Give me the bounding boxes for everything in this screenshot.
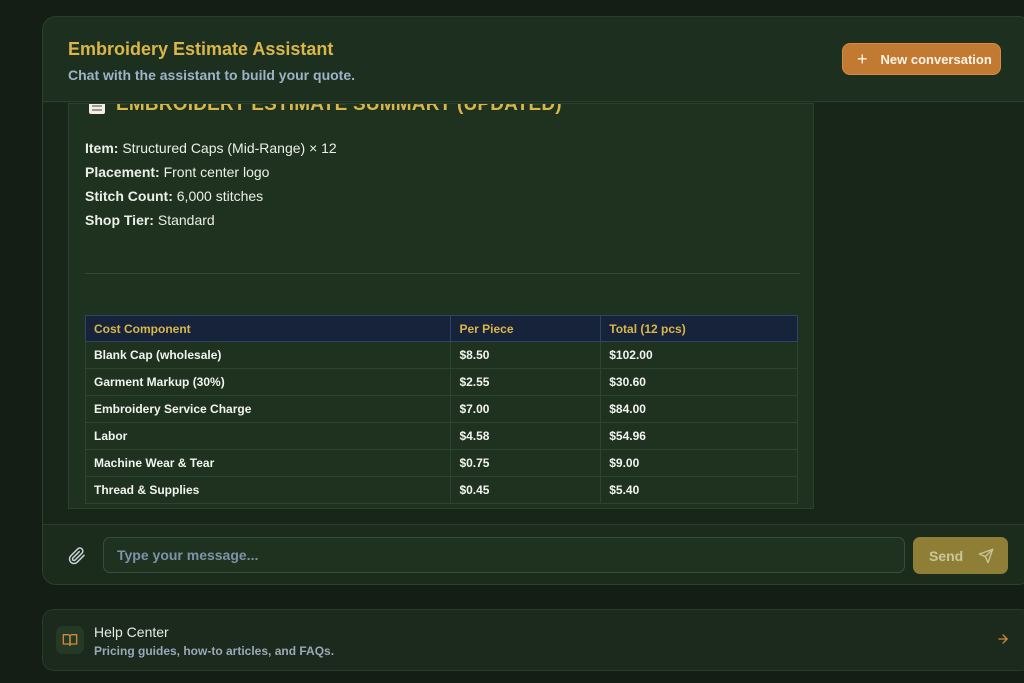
page-title: Embroidery Estimate Assistant	[68, 39, 334, 59]
table-cell: Embroidery Service Charge	[84, 395, 452, 423]
divider	[85, 273, 800, 274]
detail-value: Front center logo	[163, 164, 270, 180]
table-row: Garment Markup (30%) $2.55 $30.60	[84, 368, 798, 396]
send-label: Send	[929, 547, 964, 564]
detail-value: Standard	[157, 212, 215, 228]
table-cell: $0.75	[450, 449, 602, 477]
cost-table: Cost Component Per Piece Total (12 pcs) …	[84, 315, 798, 504]
table-cell: $54.96	[600, 422, 798, 450]
table-row: Machine Wear & Tear $0.75 $9.00	[84, 449, 798, 477]
column-header: Per Piece	[450, 315, 602, 342]
detail-item: Item: Structured Caps (Mid-Range) × 12	[85, 140, 337, 156]
detail-stitch-count: Stitch Count: 6,000 stitches	[85, 188, 263, 204]
table-row: Embroidery Service Charge $7.00 $84.00	[84, 395, 798, 423]
help-subtitle: Pricing guides, how-to articles, and FAQ…	[94, 644, 335, 658]
send-button[interactable]: Send	[913, 537, 1008, 574]
table-cell: Garment Markup (30%)	[84, 368, 452, 396]
message-input[interactable]	[103, 537, 905, 573]
help-center-link[interactable]: Help Center Pricing guides, how-to artic…	[42, 609, 1024, 671]
new-conversation-label: New conversation	[880, 51, 992, 67]
detail-key: Placement:	[85, 164, 160, 180]
table-cell: Labor	[84, 422, 452, 450]
table-cell: $5.40	[600, 476, 798, 504]
table-row: Thread & Supplies $0.45 $5.40	[84, 476, 798, 504]
memo-icon	[89, 104, 105, 114]
table-row: Blank Cap (wholesale) $8.50 $102.00	[84, 341, 798, 369]
chat-header: Embroidery Estimate Assistant Chat with …	[43, 17, 1024, 102]
table-cell: Machine Wear & Tear	[84, 449, 452, 477]
detail-value: 6,000 stitches	[176, 188, 264, 204]
table-row: Labor $4.58 $54.96	[84, 422, 798, 450]
column-header: Total (12 pcs)	[600, 315, 798, 342]
table-cell: Blank Cap (wholesale)	[84, 341, 452, 369]
table-cell: $0.45	[450, 476, 602, 504]
chat-panel: Embroidery Estimate Assistant Chat with …	[42, 16, 1024, 585]
table-cell: $2.55	[450, 368, 602, 396]
paperclip-icon[interactable]	[68, 547, 86, 565]
detail-key: Item:	[85, 140, 119, 156]
page-subtitle: Chat with the assistant to build your qu…	[68, 67, 356, 83]
arrow-right-icon	[996, 632, 1010, 651]
table-header-row: Cost Component Per Piece Total (12 pcs)	[84, 315, 798, 342]
summary-heading-text: EMBROIDERY ESTIMATE SUMMARY (UPDATED)	[116, 103, 562, 115]
detail-value: Structured Caps (Mid-Range) × 12	[122, 140, 337, 156]
table-cell: $8.50	[450, 341, 602, 369]
table-cell: $7.00	[450, 395, 602, 423]
plus-icon: +	[857, 49, 868, 69]
new-conversation-button[interactable]: + New conversation	[842, 43, 1001, 75]
column-header: Cost Component	[84, 315, 452, 342]
table-cell: $84.00	[600, 395, 798, 423]
detail-placement: Placement: Front center logo	[85, 164, 269, 180]
table-cell: $4.58	[450, 422, 602, 450]
detail-key: Shop Tier:	[85, 212, 154, 228]
table-cell: $9.00	[600, 449, 798, 477]
detail-key: Stitch Count:	[85, 188, 173, 204]
help-title: Help Center	[94, 624, 169, 640]
send-icon	[978, 548, 994, 563]
summary-heading: EMBROIDERY ESTIMATE SUMMARY (UPDATED)	[89, 103, 562, 116]
assistant-message: EMBROIDERY ESTIMATE SUMMARY (UPDATED) It…	[68, 103, 814, 509]
table-cell: Thread & Supplies	[84, 476, 452, 504]
table-cell: $30.60	[600, 368, 798, 396]
detail-shop-tier: Shop Tier: Standard	[85, 212, 215, 228]
book-icon	[56, 626, 84, 654]
table-cell: $102.00	[600, 341, 798, 369]
composer-bar: Send	[43, 524, 1024, 584]
chat-messages[interactable]: EMBROIDERY ESTIMATE SUMMARY (UPDATED) It…	[43, 103, 1024, 524]
